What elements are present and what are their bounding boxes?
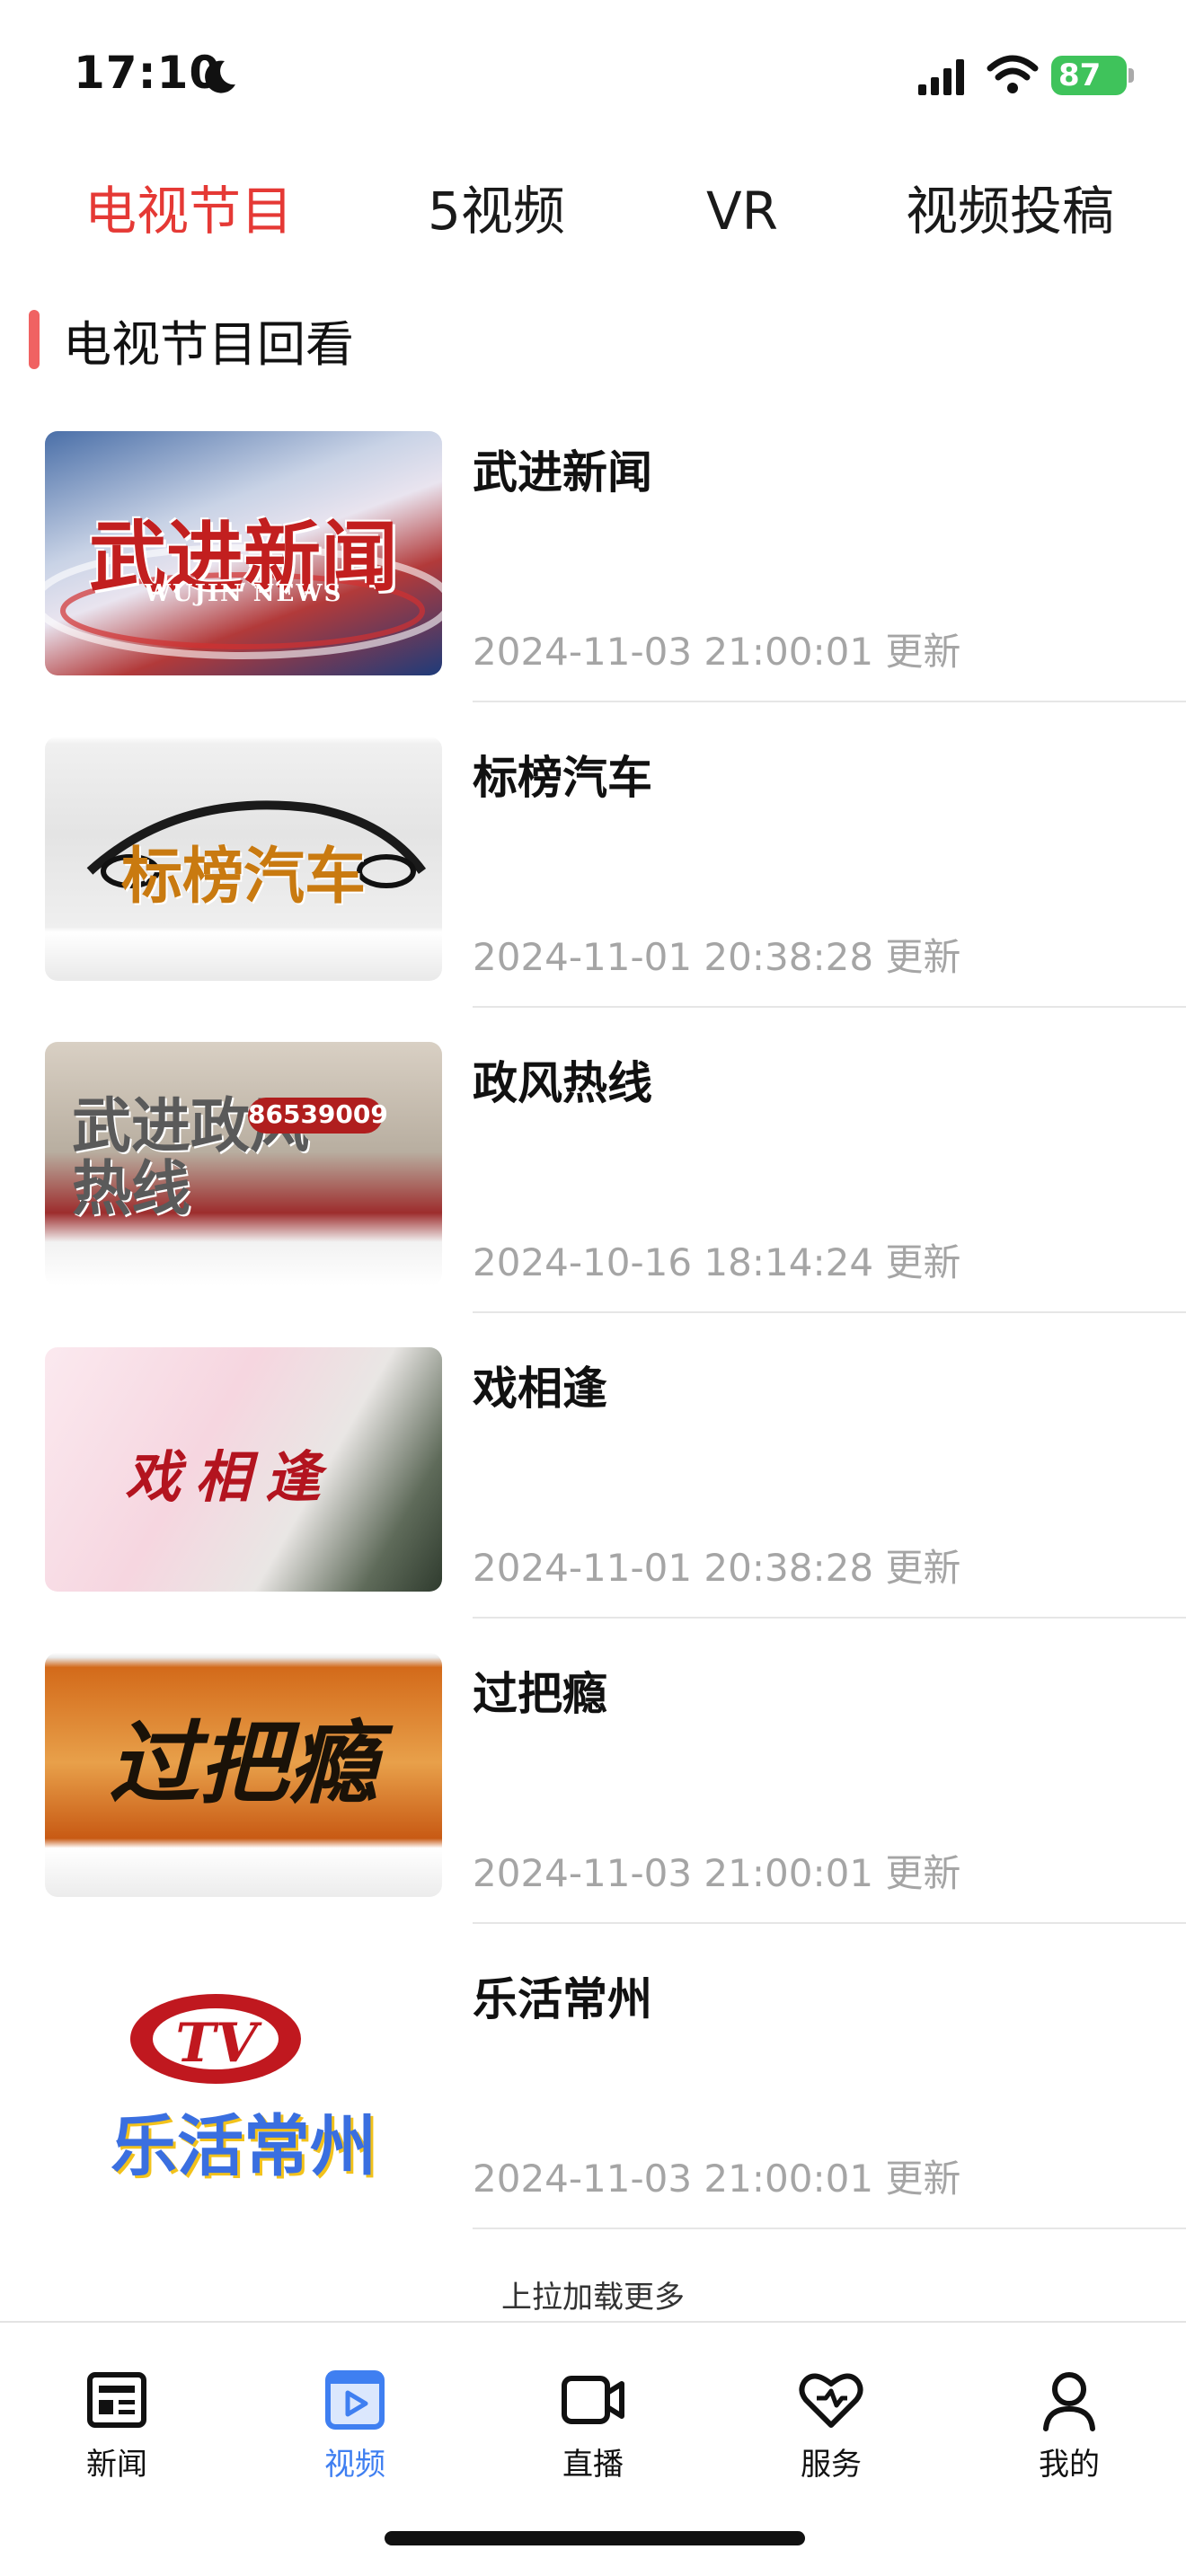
divider [473, 1617, 1186, 1619]
divider [473, 1311, 1186, 1313]
signal-icon [918, 59, 964, 95]
nav-item-video[interactable]: 视频 [283, 2366, 427, 2483]
program-item-guobayin[interactable]: 过把瘾 过把瘾 2024-11-03 21:00:01 更新 [0, 1644, 1186, 1949]
program-item-xi-xiangfeng[interactable]: 戏相逢 戏相逢 2024-11-01 20:38:28 更新 [0, 1338, 1186, 1644]
status-bar: 17:10 87 [0, 0, 1186, 144]
nav-label-news: 新闻 [86, 2447, 147, 2483]
program-title[interactable]: 过把瘾 [473, 1658, 607, 1723]
tab-video-submission[interactable]: 视频投稿 [906, 171, 1114, 251]
battery-level: 87 [1058, 57, 1102, 93]
load-more-hint: 上拉加载更多 [501, 2280, 685, 2316]
nav-item-service[interactable]: 服务 [759, 2366, 903, 2483]
program-update-time: 2024-11-03 21:00:01 更新 [473, 630, 961, 674]
program-item-zhengfeng-hotline[interactable]: 武进政风热线 86539009 政风热线 2024-10-16 18:14:24… [0, 1033, 1186, 1338]
divider [473, 2228, 1186, 2229]
nav-label-live: 直播 [562, 2447, 624, 2483]
program-title[interactable]: 乐活常州 [473, 1963, 652, 2028]
battery-indicator: 87 [1051, 56, 1127, 95]
camera-icon [562, 2376, 624, 2424]
top-tabs: 电视节目 5视频 VR 视频投稿 [0, 171, 1186, 251]
tab-5-video[interactable]: 5视频 [428, 171, 565, 251]
thumbnail-title: 过把瘾 [109, 1710, 378, 1816]
program-thumbnail[interactable]: 武进新闻 WUJIN NEWS [45, 431, 442, 675]
thumbnail-subtitle: TV [175, 2012, 258, 2075]
divider [473, 701, 1186, 702]
program-item-biaobang-auto[interactable]: 标榜汽车 标榜汽车 2024-11-01 20:38:28 更新 [0, 728, 1186, 1033]
nav-item-mine[interactable]: 我的 [997, 2366, 1141, 2483]
divider [473, 1922, 1186, 1924]
battery-cap [1128, 68, 1134, 83]
program-title[interactable]: 标榜汽车 [473, 742, 652, 807]
program-item-wujin-news[interactable]: 武进新闻 WUJIN NEWS 武进新闻 2024-11-03 21:00:01… [0, 422, 1186, 728]
section-title: 电视节目回看 [63, 315, 354, 373]
tab-vr[interactable]: VR [706, 171, 778, 251]
program-thumbnail[interactable]: TV 乐活常州 [45, 1958, 442, 2202]
program-title[interactable]: 戏相逢 [473, 1353, 607, 1417]
program-update-time: 2024-11-01 20:38:28 更新 [473, 1546, 961, 1590]
nav-label-mine: 我的 [1039, 2447, 1100, 2483]
nav-label-service: 服务 [801, 2447, 862, 2483]
video-icon [325, 2370, 385, 2430]
thumbnail-subtitle: WUJIN NEWS [144, 580, 343, 607]
program-title[interactable]: 武进新闻 [473, 437, 652, 501]
program-update-time: 2024-11-03 21:00:01 更新 [473, 2157, 961, 2201]
program-update-time: 2024-11-01 20:38:28 更新 [473, 935, 961, 979]
nav-item-live[interactable]: 直播 [521, 2366, 665, 2483]
program-thumbnail[interactable]: 戏相逢 [45, 1347, 442, 1592]
program-thumbnail[interactable]: 过把瘾 [45, 1653, 442, 1897]
tab-tv-programs[interactable]: 电视节目 [84, 171, 293, 251]
program-thumbnail[interactable]: 武进政风热线 86539009 [45, 1042, 442, 1286]
wifi-icon [987, 55, 1039, 93]
program-title[interactable]: 政风热线 [473, 1047, 652, 1112]
thumbnail-subtitle: 86539009 [248, 1099, 388, 1129]
divider [473, 1006, 1186, 1008]
program-update-time: 2024-11-03 21:00:01 更新 [473, 1851, 961, 1895]
section-accent-bar [29, 310, 40, 369]
thumbnail-title: 乐活常州 [111, 2108, 376, 2185]
home-indicator [385, 2531, 805, 2545]
profile-icon [1043, 2372, 1095, 2431]
program-thumbnail[interactable]: 标榜汽车 [45, 737, 442, 981]
nav-item-news[interactable]: 新闻 [45, 2366, 189, 2483]
nav-label-video: 视频 [324, 2447, 385, 2483]
moon-icon [205, 60, 235, 93]
program-item-lehuo-changzhou[interactable]: TV 乐活常州 乐活常州 2024-11-03 21:00:01 更新 [0, 1949, 1186, 2254]
thumbnail-title: 戏相逢 [124, 1444, 335, 1510]
section-header: 电视节目回看 [29, 307, 354, 373]
heart-icon [799, 2373, 863, 2428]
thumbnail-title: 标榜汽车 [120, 841, 366, 913]
newspaper-icon [87, 2372, 146, 2428]
program-update-time: 2024-10-16 18:14:24 更新 [473, 1240, 961, 1284]
program-list: 武进新闻 WUJIN NEWS 武进新闻 2024-11-03 21:00:01… [0, 422, 1186, 2254]
